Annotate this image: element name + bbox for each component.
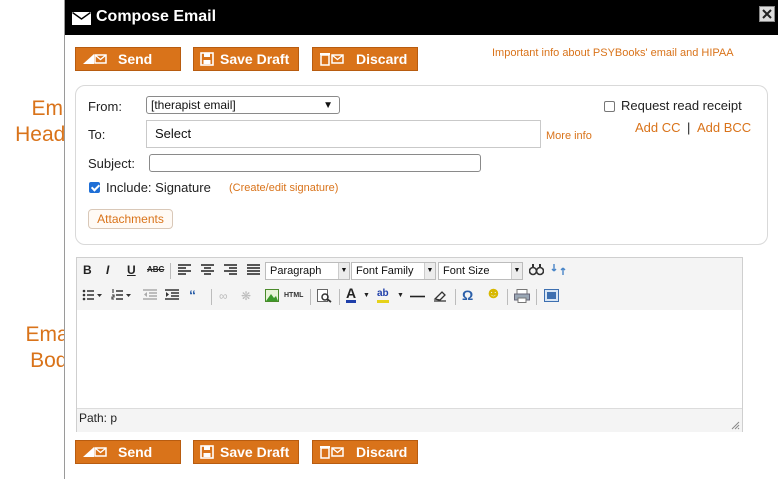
paragraph-format-value: Paragraph <box>270 265 322 277</box>
html-icon[interactable]: HTML <box>284 292 303 299</box>
save-draft-button-bottom[interactable]: Save Draft <box>193 440 299 464</box>
preview-icon[interactable] <box>317 289 332 303</box>
send-label: Send <box>118 51 153 67</box>
send-icon <box>83 447 107 457</box>
toolbar-separator <box>507 289 508 305</box>
request-receipt-checkbox[interactable] <box>604 101 615 112</box>
send-button-bottom[interactable]: Send <box>75 440 181 464</box>
bold-icon[interactable]: B <box>83 263 92 277</box>
font-family-select[interactable]: Font Family ▼ <box>351 262 436 280</box>
fullscreen-icon[interactable] <box>544 289 559 302</box>
toolbar-separator <box>211 289 212 305</box>
text-color-icon[interactable]: A <box>346 286 357 303</box>
compose-email-dialog: Compose Email Send Save Draft Discard Im… <box>64 0 778 479</box>
dropdown-arrow-icon: ▼ <box>511 263 522 279</box>
more-info-link[interactable]: More info <box>546 130 592 142</box>
resize-grip-icon[interactable] <box>730 420 740 430</box>
cc-bcc-separator: | <box>687 120 691 135</box>
indent-icon[interactable] <box>165 289 179 301</box>
edit-signature-link[interactable]: (Create/edit signature) <box>229 182 338 194</box>
discard-button-bottom[interactable]: Discard <box>312 440 418 464</box>
to-select-value: Select <box>155 126 192 141</box>
add-bcc-link[interactable]: Add BCC <box>697 120 751 135</box>
close-icon <box>762 9 772 19</box>
editor-path: Path: p <box>79 411 118 425</box>
toolbar-separator <box>455 289 456 305</box>
email-body-textarea[interactable] <box>77 310 742 408</box>
editor-toolbar: B I U ABC Paragraph ▼ Font Family ▼ Font… <box>77 258 742 311</box>
bullet-list-icon[interactable] <box>82 289 102 301</box>
dropdown-arrow-icon[interactable]: ▼ <box>363 292 370 299</box>
discard-label: Discard <box>356 51 408 67</box>
to-label: To: <box>88 127 106 142</box>
to-select-field[interactable]: Select <box>146 120 541 148</box>
trash-mail-icon <box>320 446 344 459</box>
send-label: Send <box>118 444 153 460</box>
include-signature-label: Include: Signature <box>106 180 211 195</box>
dialog-title: Compose Email <box>96 8 217 25</box>
toolbar-separator <box>536 289 537 305</box>
save-draft-button[interactable]: Save Draft <box>193 47 299 71</box>
highlight-color-icon[interactable]: ab <box>377 287 389 303</box>
dropdown-arrow-icon: ▼ <box>424 263 435 279</box>
strikethrough-icon[interactable]: ABC <box>147 265 164 274</box>
blockquote-icon[interactable]: “ <box>189 287 196 303</box>
print-icon[interactable] <box>514 289 530 303</box>
request-receipt-label: Request read receipt <box>621 98 742 113</box>
send-icon <box>83 54 107 64</box>
chevron-down-icon: ▼ <box>323 100 333 111</box>
floppy-disk-icon <box>200 52 214 66</box>
underline-icon[interactable]: U <box>127 263 136 277</box>
dropdown-arrow-icon[interactable]: ▼ <box>397 292 404 299</box>
align-left-icon[interactable] <box>178 264 191 276</box>
link-icon[interactable]: ∞ <box>219 289 228 303</box>
hipaa-info-link[interactable]: Important info about PSYBooks' email and… <box>492 47 734 59</box>
add-cc-link[interactable]: Add CC <box>635 120 681 135</box>
numbered-list-icon[interactable] <box>111 289 131 301</box>
discard-label: Discard <box>356 444 408 460</box>
from-select-value: [therapist email] <box>151 98 236 112</box>
subject-input[interactable] <box>149 154 481 172</box>
align-center-icon[interactable] <box>201 264 214 276</box>
font-size-value: Font Size <box>443 265 490 277</box>
dropdown-arrow-icon: ▼ <box>338 263 349 279</box>
italic-icon[interactable]: I <box>106 263 109 277</box>
align-right-icon[interactable] <box>224 264 237 276</box>
align-justify-icon[interactable] <box>247 264 260 276</box>
font-family-value: Font Family <box>356 265 414 277</box>
save-draft-label: Save Draft <box>220 444 290 460</box>
email-body-editor: B I U ABC Paragraph ▼ Font Family ▼ Font… <box>76 257 743 432</box>
horizontal-rule-icon[interactable] <box>410 295 425 298</box>
include-signature-checkbox[interactable] <box>89 182 100 193</box>
dialog-titlebar: Compose Email <box>65 0 778 35</box>
emoticon-icon[interactable]: ☻ <box>485 285 502 303</box>
replace-icon[interactable] <box>551 262 567 277</box>
toolbar-separator <box>310 289 311 305</box>
unlink-icon[interactable]: ❋ <box>241 289 251 303</box>
toolbar-separator <box>339 289 340 305</box>
envelope-icon <box>72 12 91 25</box>
outdent-icon[interactable] <box>143 289 157 301</box>
subject-label: Subject: <box>88 156 135 171</box>
save-draft-label: Save Draft <box>220 51 290 67</box>
attachments-label: Attachments <box>97 212 164 226</box>
discard-button[interactable]: Discard <box>312 47 418 71</box>
image-icon[interactable] <box>265 289 279 302</box>
paragraph-format-select[interactable]: Paragraph ▼ <box>265 262 350 280</box>
find-icon[interactable] <box>529 263 544 276</box>
toolbar-separator <box>170 263 171 279</box>
floppy-disk-icon <box>200 445 214 459</box>
attachments-button[interactable]: Attachments <box>88 209 173 229</box>
from-label: From: <box>88 99 122 114</box>
editor-status-bar: Path: p <box>77 408 742 432</box>
send-button[interactable]: Send <box>75 47 181 71</box>
font-size-select[interactable]: Font Size ▼ <box>438 262 523 280</box>
from-select[interactable]: [therapist email] ▼ <box>146 96 340 114</box>
eraser-icon[interactable] <box>433 290 447 302</box>
special-character-icon[interactable]: Ω <box>462 287 473 303</box>
close-button[interactable] <box>759 6 775 22</box>
trash-mail-icon <box>320 53 344 66</box>
